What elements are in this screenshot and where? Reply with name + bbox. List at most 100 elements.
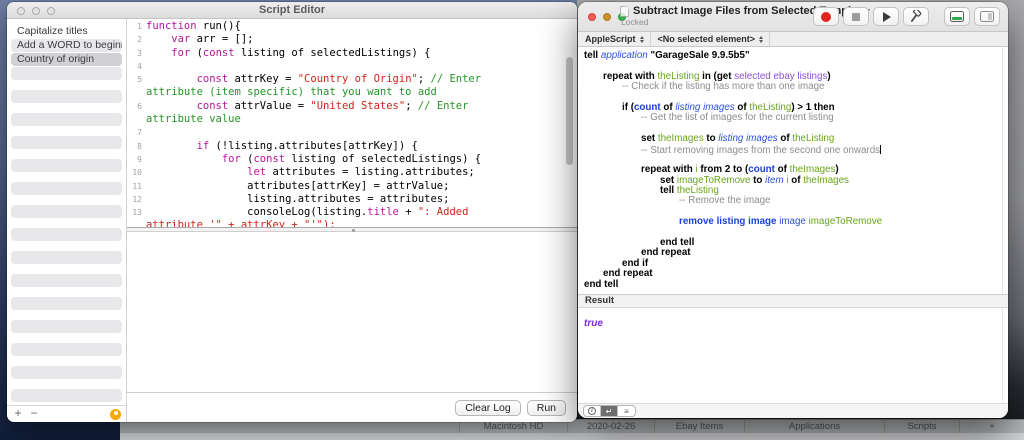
title-bar[interactable]: Subtract Image Files from Selected Templ… [578,2,1008,32]
applescript-line: end tell [578,280,1008,290]
play-icon [883,12,891,22]
list-icon: ≡ [624,407,629,416]
applescript-editor-window: Subtract Image Files from Selected Templ… [578,2,1008,418]
popup-arrows-icon [640,36,644,43]
description-view-button[interactable]: i [584,406,601,416]
toggle-accessory-panel-button[interactable] [974,7,1000,26]
editor-area: 1function run(){2 var arr = [];3 for (co… [127,19,577,422]
sidebar-empty-row[interactable] [11,366,122,379]
code-line: attribute '" + attrKey + "'"); [127,219,577,227]
window-side-panel-icon [980,11,994,22]
finder-column[interactable]: Scripts [885,420,960,433]
code-line: attribute (item specific) that you want … [127,86,577,99]
script-editor-window: Script Editor Capitalize titlesAdd a WOR… [7,2,577,422]
code-line: 3 for (const listing of selectedListings… [127,47,577,60]
compile-button[interactable] [903,7,929,26]
sidebar-empty-row[interactable] [11,251,122,264]
line-number: 3 [127,47,146,60]
sidebar-item[interactable]: Country of origin [11,53,122,66]
hammer-icon [910,10,923,23]
result-list-view-button[interactable]: ≡ [618,406,635,416]
code-line: 4 [127,60,577,73]
log-output-pane[interactable] [127,232,577,392]
toolbar [813,7,1000,26]
sidebar-empty-row[interactable] [11,389,122,402]
code-line: 10 let attributes = listing.attributes; [127,166,577,179]
code-line: 11 attributes[attrKey] = attrValue; [127,180,577,193]
applescript-line: tell theListing [578,186,1008,196]
line-number [127,219,146,227]
text-cursor [880,145,881,154]
desktop: Macintosh HD 2020-02-26 Ebay Items Appli… [0,0,1024,440]
sidebar-empty-row[interactable] [11,320,122,333]
applescript-line: set imageToRemove to item i of theImages [578,176,1008,186]
sidebar-empty-row[interactable] [11,90,122,103]
finder-column[interactable]: 2020-02-26 [568,420,655,433]
event-log-view-button[interactable]: ↵ [601,406,618,416]
close-button[interactable] [588,13,596,21]
line-number [127,113,146,126]
stop-button[interactable] [843,7,869,26]
line-number: 10 [127,166,146,179]
applescript-line: -- Start removing images from the second… [578,145,1008,155]
code-line: 12 listing.attributes = attributes; [127,193,577,206]
pane-splitter[interactable] [127,227,577,232]
info-icon: i [588,407,596,415]
toggle-log-panel-button[interactable] [944,7,970,26]
vertical-scrollbar[interactable] [566,57,573,165]
document-proxy-icon[interactable] [620,6,629,17]
sidebar-empty-row[interactable] [11,136,122,149]
sidebar-empty-row[interactable] [11,159,122,172]
applescript-line: tell application "GarageSale 9.9.5b5" [578,51,1008,61]
window-title: Script Editor [7,4,577,16]
result-output-pane[interactable]: true [578,308,1008,403]
code-line: attribute value [127,113,577,126]
code-line: 6 const attrValue = "United States"; // … [127,100,577,113]
sidebar-footer: + − [7,405,126,422]
applescript-line: end repeat [578,269,1008,279]
code-line: 2 var arr = []; [127,33,577,46]
sidebar-empty-row[interactable] [11,205,122,218]
remove-script-button[interactable]: − [27,406,41,421]
applescript-code-editor[interactable]: tell application "GarageSale 9.9.5b5"rep… [578,47,1008,294]
code-line: 13 consoleLog(listing.title + ": Added [127,206,577,219]
record-button[interactable] [813,7,839,26]
line-number: 4 [127,60,146,73]
title-bar[interactable]: Script Editor [7,2,577,19]
language-popup[interactable]: AppleScript [578,32,651,46]
finder-column[interactable]: Applications [745,420,885,433]
line-number: 9 [127,153,146,166]
editor-button-bar: Clear Log Run [127,392,577,422]
sidebar-item[interactable]: Add a WORD to beginning [11,39,122,52]
minimize-button[interactable] [603,13,611,21]
sidebar-empty-row[interactable] [11,228,122,241]
sidebar-empty-row[interactable] [11,274,122,287]
sidebar-empty-row[interactable] [11,67,122,80]
sidebar-empty-row[interactable] [11,113,122,126]
line-number: 13 [127,206,146,219]
navigation-bar: AppleScript <No selected element> [578,32,1008,47]
language-popup-label: AppleScript [585,34,636,44]
script-list[interactable]: Capitalize titlesAdd a WORD to beginning… [7,19,126,405]
add-script-button[interactable]: + [11,406,25,421]
sidebar-empty-row[interactable] [11,343,122,356]
result-value: true [584,318,603,329]
sidebar-empty-row[interactable] [11,297,122,310]
result-section-header: Result [578,294,1008,308]
sidebar-empty-row[interactable] [11,182,122,195]
element-popup[interactable]: <No selected element> [651,32,771,46]
run-button[interactable] [873,7,899,26]
sidebar-item[interactable]: Capitalize titles [11,25,122,38]
clear-log-button[interactable]: Clear Log [455,400,521,416]
notification-badge-icon[interactable] [110,409,121,420]
window-bottom-panel-icon [950,11,964,22]
line-number [127,86,146,99]
code-line: 9 for (const listing of selectedListings… [127,153,577,166]
applescript-line: remove listing image image imageToRemove [578,217,1008,227]
finder-column[interactable]: Ebay Items [655,420,745,433]
line-number: 12 [127,193,146,206]
js-code-editor[interactable]: 1function run(){2 var arr = [];3 for (co… [127,19,577,227]
finder-column[interactable]: + [960,420,1024,433]
run-script-button[interactable]: Run [527,400,566,416]
window-bottom-bar: i ↵ ≡ [578,403,1008,418]
